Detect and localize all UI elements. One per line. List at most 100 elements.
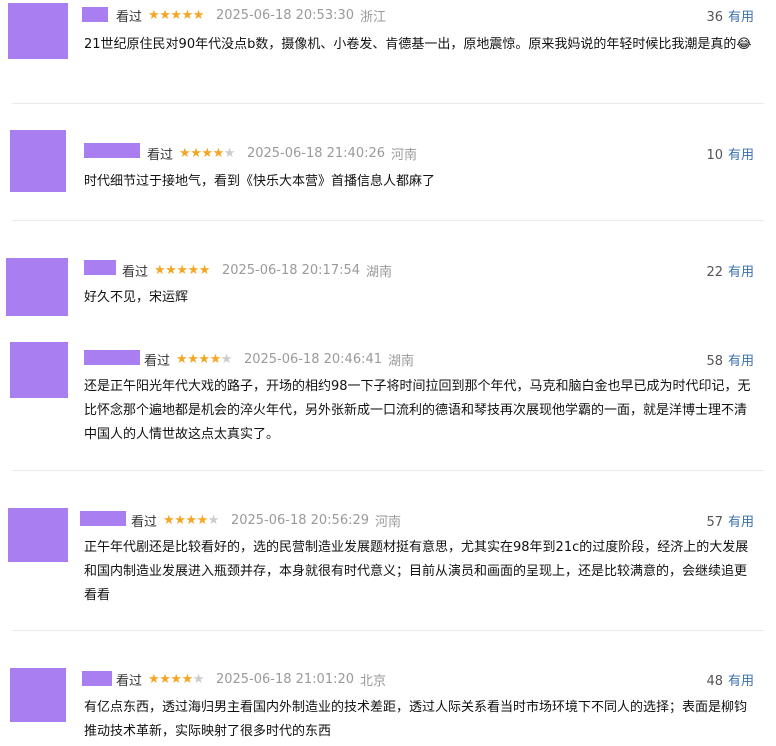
star-icon: ★ [170,8,182,23]
comment-meta: 看过 ★ ★ ★ ★ ★ 2025-06-18 20:56:29 河南 [131,511,401,530]
star-icon: ★ [181,8,194,23]
useful-count: 57 [706,515,723,530]
star-icon: ★ [198,263,211,278]
star-rating: ★ ★ ★ ★ ★ [148,673,204,686]
comment-location: 浙江 [360,10,387,25]
comment-time: 2025-06-18 20:53:30 [215,8,355,23]
useful-vote[interactable]: 10 有用 [706,144,754,163]
star-rating: ★ ★ ★ ★ ★ [154,264,210,277]
watched-label: 看过 [131,515,158,530]
star-icon: ★ [187,352,199,367]
username-redacted[interactable] [84,143,140,158]
star-rating: ★ ★ ★ ★ ★ [179,147,235,160]
comment-text: 有亿点东西，透过海归男主看国内外制造业的技术差距，透过人际关系看当时市场环境下不… [84,700,748,739]
avatar[interactable] [6,258,68,316]
username-redacted[interactable] [82,671,112,686]
star-icon: ★ [170,672,182,687]
star-icon: ★ [165,263,177,278]
useful-button[interactable]: 有用 [728,148,754,163]
avatar[interactable] [10,342,68,398]
comment-text: 时代细节过于接地气，看到《快乐大本营》首播信息人都麻了 [84,174,436,189]
comment-time: 2025-06-18 20:56:29 [230,513,370,528]
divider [12,220,764,221]
comment-text: 还是正午阳光年代大戏的路子，开场的相约98一下子将时间拉回到那个年代，马克和脑白… [84,379,751,442]
useful-button[interactable]: 有用 [728,354,754,369]
useful-count: 10 [706,148,723,163]
avatar[interactable] [10,668,66,722]
username-redacted[interactable] [84,350,140,365]
star-icon: ★ [174,513,186,528]
star-icon: ★ [176,352,188,367]
watched-label: 看过 [116,674,143,689]
star-rating: ★ ★ ★ ★ ★ [163,514,219,527]
watched-label: 看过 [116,10,143,25]
comment-location: 河南 [391,148,418,163]
star-icon: ★ [192,672,205,687]
divider [12,630,764,631]
star-icon: ★ [212,146,225,161]
comment-text: 正午年代剧还是比较看好的，选的民营制造业发展题材挺有意思，尤其实在98年到21c… [84,540,749,603]
comment-time: 2025-06-18 21:01:20 [215,672,355,687]
watched-label: 看过 [122,265,149,280]
useful-vote[interactable]: 57 有用 [706,511,754,530]
star-icon: ★ [198,352,210,367]
avatar[interactable] [10,130,66,192]
username-redacted[interactable] [80,511,126,526]
star-icon: ★ [187,263,200,278]
comment-meta: 看过 ★ ★ ★ ★ ★ 2025-06-18 20:53:30 浙江 [116,6,386,25]
useful-vote[interactable]: 48 有用 [706,670,754,689]
star-icon: ★ [192,8,205,23]
comment-text: 好久不见，宋运辉 [84,290,189,305]
useful-count: 36 [706,10,723,25]
comment-meta: 看过 ★ ★ ★ ★ ★ 2025-06-18 21:01:20 北京 [116,670,386,689]
comment-meta: 看过 ★ ★ ★ ★ ★ 2025-06-18 20:46:41 湖南 [144,350,414,369]
avatar[interactable] [8,508,68,562]
star-icon: ★ [223,146,236,161]
comment-location: 河南 [375,515,402,530]
avatar[interactable] [8,3,68,59]
comment-location: 湖南 [366,265,393,280]
username-redacted[interactable] [82,7,108,22]
useful-vote[interactable]: 22 有用 [706,261,754,280]
comment-location: 北京 [360,674,387,689]
star-icon: ★ [201,146,213,161]
useful-vote[interactable]: 36 有用 [706,6,754,25]
divider [12,470,764,471]
star-icon: ★ [196,513,209,528]
useful-vote[interactable]: 58 有用 [706,350,754,369]
star-icon: ★ [148,672,160,687]
useful-button[interactable]: 有用 [728,674,754,689]
star-icon: ★ [185,513,197,528]
star-icon: ★ [209,352,222,367]
useful-button[interactable]: 有用 [728,515,754,530]
star-icon: ★ [159,672,171,687]
star-icon: ★ [154,263,166,278]
star-icon: ★ [159,8,171,23]
star-icon: ★ [163,513,175,528]
useful-count: 22 [706,265,723,280]
comment-text: 21世纪原住民对90年代没点b数，摄像机、小卷发、肯德基一出，原地震惊。原来我妈… [84,37,752,52]
star-icon: ★ [190,146,202,161]
star-icon: ★ [176,263,188,278]
watched-label: 看过 [147,148,174,163]
star-icon: ★ [220,352,233,367]
star-rating: ★ ★ ★ ★ ★ [148,9,204,22]
star-icon: ★ [179,146,191,161]
useful-count: 58 [706,354,723,369]
comment-time: 2025-06-18 20:46:41 [243,352,383,367]
watched-label: 看过 [144,354,171,369]
star-icon: ★ [207,513,220,528]
divider [12,103,764,104]
star-icon: ★ [181,672,194,687]
username-redacted[interactable] [84,260,116,275]
star-rating: ★ ★ ★ ★ ★ [176,353,232,366]
comment-time: 2025-06-18 20:17:54 [221,263,361,278]
star-icon: ★ [148,8,160,23]
useful-button[interactable]: 有用 [728,265,754,280]
comment-meta: 看过 ★ ★ ★ ★ ★ 2025-06-18 20:17:54 湖南 [122,261,392,280]
comment-time: 2025-06-18 21:40:26 [246,146,386,161]
comment-meta: 看过 ★ ★ ★ ★ ★ 2025-06-18 21:40:26 河南 [147,144,417,163]
useful-count: 48 [706,674,723,689]
useful-button[interactable]: 有用 [728,10,754,25]
comment-location: 湖南 [388,354,415,369]
